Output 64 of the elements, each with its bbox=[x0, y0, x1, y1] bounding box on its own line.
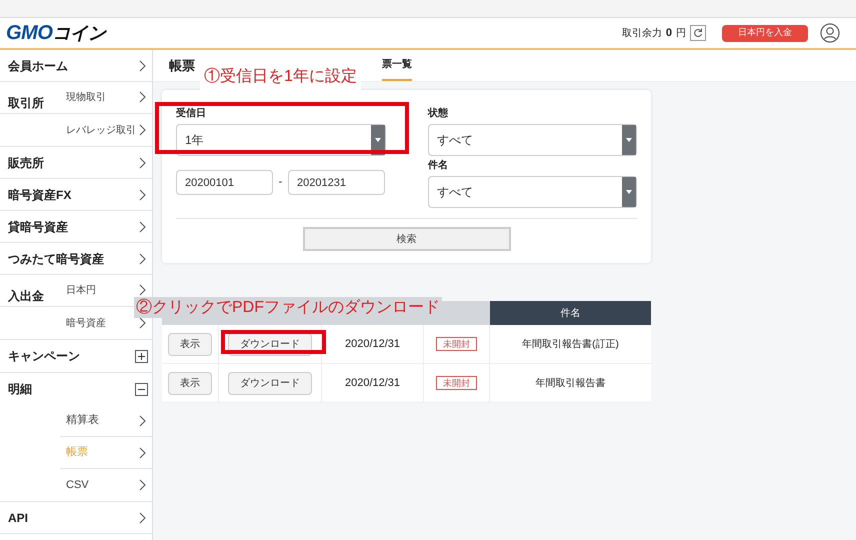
sidebar-group-label: 取引所 bbox=[8, 96, 44, 110]
chevron-right-icon bbox=[139, 252, 146, 264]
column-header: 件名 bbox=[490, 301, 651, 325]
sidebar-item[interactable]: つみたて暗号資産 bbox=[0, 243, 152, 275]
sidebar-item[interactable]: キャンペーン bbox=[0, 340, 152, 372]
chevron-right-icon bbox=[139, 188, 146, 200]
page-title: 帳票 bbox=[169, 56, 195, 75]
sidebar-item[interactable]: 貸暗号資産 bbox=[0, 211, 152, 243]
sidebar-subitem[interactable]: レバレッジ取引 bbox=[60, 122, 152, 138]
sidebar-item[interactable]: 会員ホーム bbox=[0, 50, 152, 82]
balance-value: 0 bbox=[666, 26, 672, 41]
sidebar-subitem[interactable]: 現物取引 bbox=[60, 89, 152, 105]
sidebar-item[interactable]: 販売所 bbox=[0, 147, 152, 179]
date-cell: 2020/12/31 bbox=[322, 325, 424, 363]
balance-label: 取引余力 bbox=[622, 26, 662, 40]
select-value: 1年 bbox=[184, 132, 205, 149]
refresh-icon bbox=[693, 28, 703, 38]
chevron-right-icon bbox=[139, 479, 146, 491]
status-badge: 未開封 bbox=[436, 337, 477, 351]
select-value: すべて bbox=[436, 132, 474, 149]
refresh-button[interactable] bbox=[690, 25, 706, 41]
field-label: 状態 bbox=[428, 106, 449, 121]
field-label: 件名 bbox=[428, 158, 449, 173]
chevron-right-icon bbox=[139, 60, 146, 72]
date-from-field[interactable]: 20200101 bbox=[176, 170, 273, 195]
deposit-button[interactable]: 日本円を入金 bbox=[722, 24, 808, 42]
subject-cell-text: 年間取引報告書(訂正) bbox=[521, 338, 620, 352]
dropdown-icon bbox=[622, 125, 636, 155]
chevron-right-icon bbox=[139, 317, 146, 329]
annotation-text: ②クリックでPDFファイルのダウンロード bbox=[134, 297, 442, 318]
sidebar-subitem[interactable]: 精算表 bbox=[60, 405, 152, 436]
chevron-right-icon bbox=[139, 156, 146, 168]
date-separator: - bbox=[278, 175, 284, 190]
sidebar-subitem[interactable]: CSV bbox=[60, 469, 152, 501]
logo[interactable]: GMOコイン bbox=[6, 18, 106, 48]
chevron-right-icon bbox=[139, 220, 146, 232]
view-button[interactable]: 表示 bbox=[168, 372, 212, 394]
sidebar-item[interactable]: API bbox=[0, 502, 152, 534]
chevron-right-icon bbox=[139, 284, 146, 296]
status-badge: 未開封 bbox=[436, 376, 477, 390]
select-value: すべて bbox=[436, 184, 474, 201]
chevron-right-icon bbox=[139, 124, 146, 136]
status-select[interactable]: すべて bbox=[428, 124, 637, 156]
balance-unit: 円 bbox=[676, 26, 686, 40]
sidebar-item[interactable]: 暗号資産FX bbox=[0, 179, 152, 211]
sidebar-item[interactable]: 明細 bbox=[0, 373, 152, 405]
download-button[interactable]: ダウンロード bbox=[228, 372, 312, 394]
chevron-right-icon bbox=[139, 414, 146, 426]
chevron-right-icon bbox=[139, 446, 146, 458]
date-cell: 2020/12/31 bbox=[322, 364, 424, 402]
sidebar-group-label: 入出金 bbox=[8, 289, 44, 303]
date-to-field[interactable]: 20201231 bbox=[288, 170, 385, 195]
subject-select[interactable]: すべて bbox=[428, 176, 637, 208]
sidebar-subitem[interactable]: 暗号資産 bbox=[60, 315, 152, 331]
view-button[interactable]: 表示 bbox=[168, 332, 212, 356]
chevron-right-icon bbox=[139, 91, 146, 103]
sidebar-subitem[interactable]: 日本円 bbox=[60, 282, 152, 298]
search-button[interactable]: 検索 bbox=[302, 227, 510, 251]
tab[interactable]: 票一覧 bbox=[382, 50, 412, 81]
subject-cell-text: 年間取引報告書 bbox=[534, 376, 606, 390]
field-label: 受信日 bbox=[176, 106, 207, 121]
user-icon[interactable] bbox=[820, 23, 840, 43]
dropdown-icon bbox=[622, 177, 636, 207]
chevron-right-icon bbox=[139, 512, 146, 524]
